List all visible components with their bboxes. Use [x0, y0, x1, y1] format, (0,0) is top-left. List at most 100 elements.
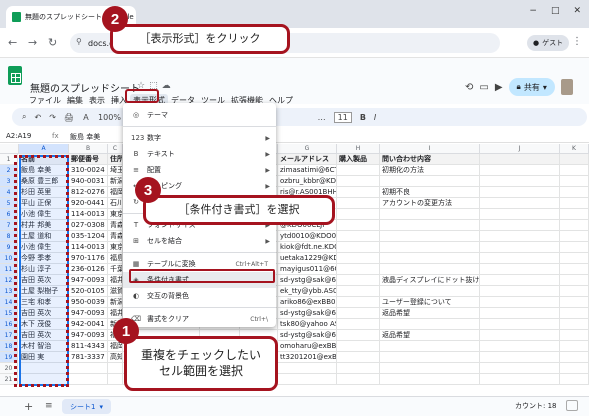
grid-cell[interactable]: tt3201201@exBB021FJP [278, 352, 337, 363]
column-header[interactable]: H [337, 144, 380, 154]
grid-cell[interactable] [380, 242, 480, 253]
grid-cell[interactable]: 東京 [108, 242, 123, 253]
zoom-select[interactable]: 100% [98, 113, 121, 122]
grid-cell[interactable]: 問い合わせ内容 [380, 154, 480, 165]
grid-cell[interactable] [337, 209, 380, 220]
grid-cell[interactable]: 初期化の方法 [380, 165, 480, 176]
close-window-icon[interactable]: ✕ [573, 6, 581, 16]
minimize-icon[interactable]: − [529, 6, 537, 16]
grid-cell[interactable]: 石川 [108, 198, 123, 209]
format-menu-item[interactable]: ⌫ 書式をクリア Ctrl+\ [123, 311, 276, 327]
reload-icon[interactable]: ↻ [48, 36, 57, 49]
search-menus-icon[interactable]: ⌕ [22, 112, 26, 122]
grid-cell[interactable] [380, 352, 480, 363]
paint-format-icon[interactable]: Ａ [82, 112, 90, 123]
grid-cell[interactable] [380, 286, 480, 297]
grid-cell[interactable] [480, 231, 560, 242]
grid-cell[interactable]: 920-0441 [69, 198, 108, 209]
grid-cell[interactable] [560, 231, 589, 242]
grid-cell[interactable] [560, 253, 589, 264]
grid-cell[interactable] [380, 220, 480, 231]
format-menu-item[interactable]: B テキスト ▶ [123, 146, 276, 162]
grid-cell[interactable]: 781-3337 [69, 352, 108, 363]
site-info-icon[interactable]: ⚲ [76, 37, 82, 46]
grid-cell[interactable] [480, 275, 560, 286]
grid-cell[interactable]: 福岡 [108, 187, 123, 198]
grid-cell[interactable]: 新潟 [108, 176, 123, 187]
grid-cell[interactable]: sd-ystg@sak@6CTO1WWJPP [278, 330, 337, 341]
grid-cell[interactable]: sd-ystg@sak@6CTO1WWJPP [278, 308, 337, 319]
bold-button[interactable]: B [360, 113, 366, 122]
grid-cell[interactable] [480, 220, 560, 231]
grid-cell[interactable] [380, 231, 480, 242]
grid-cell[interactable] [337, 253, 380, 264]
grid-cell[interactable]: 970-1176 [69, 253, 108, 264]
format-menu-item[interactable]: 123 数字 ▶ [123, 130, 276, 146]
grid-cell[interactable]: 高知 [108, 352, 123, 363]
italic-button[interactable]: I [374, 113, 376, 122]
grid-cell[interactable] [480, 341, 560, 352]
grid-cell[interactable] [560, 286, 589, 297]
grid-cell[interactable] [278, 374, 337, 385]
grid-cell[interactable]: 福井 [108, 275, 123, 286]
undo-icon[interactable]: ↶ [34, 113, 41, 122]
forward-icon[interactable]: → [28, 36, 37, 49]
grid-cell[interactable] [560, 154, 589, 165]
grid-cell[interactable] [337, 319, 380, 330]
grid-cell[interactable] [560, 165, 589, 176]
grid-cell[interactable]: 新潟 [108, 297, 123, 308]
grid-cell[interactable] [560, 297, 589, 308]
grid-cell[interactable]: 住所 [108, 154, 123, 165]
grid-cell[interactable] [337, 297, 380, 308]
more-formats-button[interactable]: … [318, 113, 326, 122]
grid-cell[interactable] [480, 330, 560, 341]
grid-cell[interactable] [560, 220, 589, 231]
selection-count[interactable]: カウント: 18 [515, 401, 557, 411]
format-menu-item[interactable]: ◎ テーマ [123, 107, 276, 123]
column-header[interactable]: A [19, 144, 69, 154]
grid-cell[interactable] [69, 363, 108, 374]
grid-cell[interactable] [278, 363, 337, 374]
grid-cell[interactable]: メールアドレス [278, 154, 337, 165]
grid-cell[interactable] [480, 154, 560, 165]
grid-cell[interactable] [480, 176, 560, 187]
format-menu-item[interactable]: ◐ 交互の背景色 [123, 288, 276, 304]
document-title[interactable]: 無題のスプレッドシート [30, 80, 140, 95]
grid-cell[interactable]: ariko86@exBB021FJP [278, 297, 337, 308]
grid-cell[interactable] [560, 242, 589, 253]
avatar[interactable] [560, 79, 573, 95]
grid-cell[interactable] [380, 264, 480, 275]
column-header[interactable]: I [380, 144, 480, 154]
add-sheet-icon[interactable]: + [24, 400, 33, 413]
meet-icon[interactable]: ▶ [495, 82, 503, 93]
grid-cell[interactable]: omoharu@exBB021FJP [278, 341, 337, 352]
grid-cell[interactable] [380, 363, 480, 374]
grid-cell[interactable] [480, 308, 560, 319]
grid-cell[interactable] [560, 363, 589, 374]
share-button[interactable]: 🔒︎ 共有 ▾ [508, 78, 555, 96]
grid-cell[interactable] [480, 264, 560, 275]
grid-cell[interactable] [560, 187, 589, 198]
comment-icon[interactable]: ▭ [479, 82, 488, 93]
column-header[interactable]: G [278, 144, 337, 154]
grid-cell[interactable]: 947-0093 [69, 275, 108, 286]
grid-cell[interactable] [337, 242, 380, 253]
grid-cell[interactable] [337, 220, 380, 231]
grid-cell[interactable]: 郵便番号 [69, 154, 108, 165]
grid-cell[interactable]: 液晶ディスプレイにドット抜け [380, 275, 480, 286]
grid-cell[interactable]: 埼玉 [108, 165, 123, 176]
grid-cell[interactable]: 福島 [108, 253, 123, 264]
sheet-tab-active[interactable]: シート1 ▾ [62, 399, 111, 414]
format-menu-item[interactable]: ⊞ セルを結合 ▶ [123, 233, 276, 249]
grid-cell[interactable]: ek_tty@ybb.AS001CJP [278, 286, 337, 297]
grid-cell[interactable] [480, 297, 560, 308]
menu-view[interactable]: 表示 [86, 94, 108, 107]
grid-cell[interactable]: 940-0031 [69, 176, 108, 187]
redo-icon[interactable]: ↷ [49, 113, 56, 122]
grid-cell[interactable] [560, 209, 589, 220]
grid-cell[interactable] [337, 176, 380, 187]
grid-cell[interactable] [337, 363, 380, 374]
all-sheets-icon[interactable]: ≡ [45, 401, 53, 411]
grid-cell[interactable] [480, 187, 560, 198]
grid-cell[interactable] [380, 209, 480, 220]
